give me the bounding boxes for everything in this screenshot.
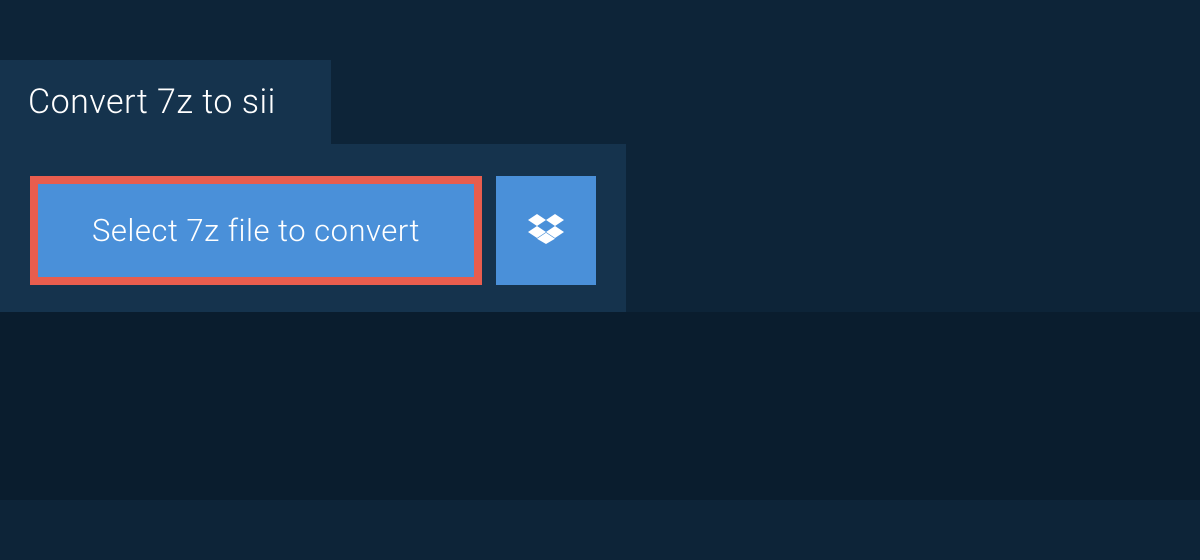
select-file-button[interactable]: Select 7z file to convert bbox=[30, 176, 482, 285]
tab-container: Convert 7z to sii Select 7z file to conv… bbox=[0, 60, 1200, 319]
select-file-label: Select 7z file to convert bbox=[92, 212, 420, 249]
dropbox-icon bbox=[528, 211, 564, 250]
upload-panel: Select 7z file to convert bbox=[0, 144, 626, 319]
tab-convert[interactable]: Convert 7z to sii bbox=[0, 60, 331, 144]
dropbox-button[interactable] bbox=[496, 176, 596, 285]
bottom-section bbox=[0, 312, 1200, 500]
tab-title: Convert 7z to sii bbox=[28, 82, 276, 122]
